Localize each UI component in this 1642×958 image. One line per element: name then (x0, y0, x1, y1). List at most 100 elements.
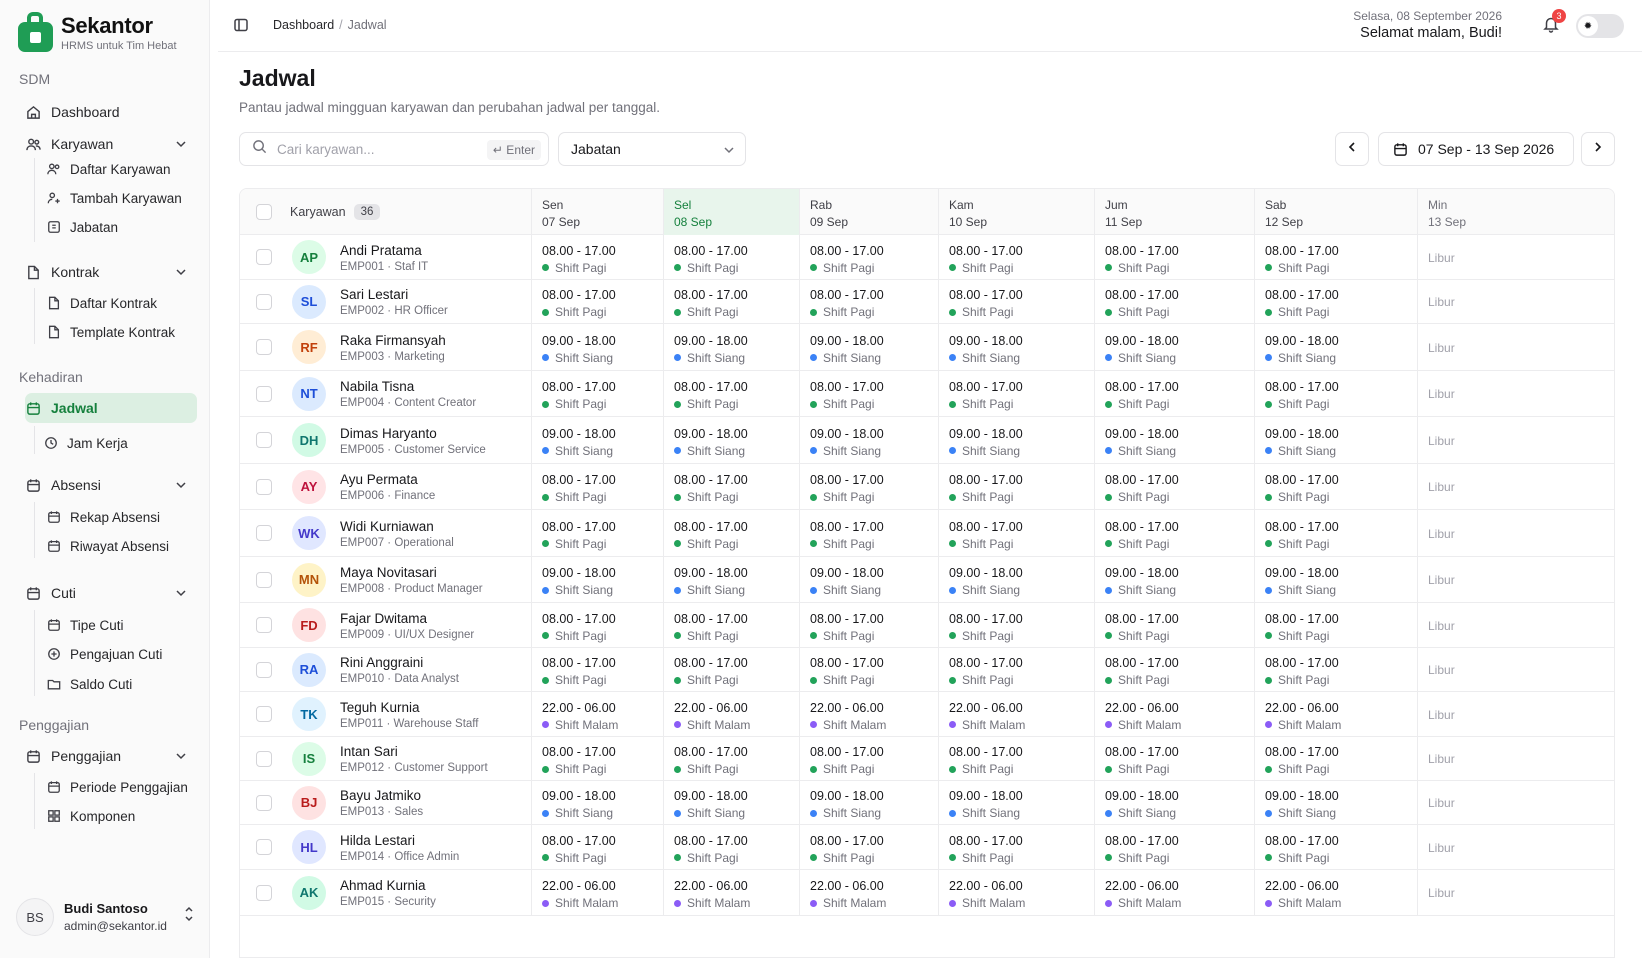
row-checkbox[interactable] (256, 617, 272, 633)
employee-name[interactable]: Nabila Tisna (340, 379, 414, 394)
schedule-cell[interactable]: 08.00 - 17.00 Shift Pagi (1094, 464, 1254, 509)
employee-name[interactable]: Bayu Jatmiko (340, 788, 421, 803)
schedule-cell[interactable]: 08.00 - 17.00 Shift Pagi (1094, 603, 1254, 647)
row-checkbox[interactable] (256, 794, 272, 811)
search-input[interactable]: Cari karyawan... ↵ Enter (239, 132, 549, 166)
schedule-cell[interactable]: 09.00 - 18.00 Shift Siang (1254, 557, 1417, 602)
schedule-cell[interactable]: Libur (1417, 510, 1614, 556)
schedule-cell[interactable]: 09.00 - 18.00 Shift Siang (799, 557, 938, 602)
sidebar-item-jadwal[interactable]: Jadwal (25, 393, 197, 423)
schedule-cell[interactable]: 09.00 - 18.00 Shift Siang (1094, 557, 1254, 602)
date-range-picker[interactable]: 07 Sep - 13 Sep 2026 (1378, 132, 1574, 166)
schedule-cell[interactable]: 08.00 - 17.00 Shift Pagi (1094, 510, 1254, 556)
employee-name[interactable]: Maya Novitasari (340, 565, 437, 580)
schedule-cell[interactable]: 09.00 - 18.00 Shift Siang (531, 324, 663, 370)
schedule-cell[interactable]: 22.00 - 06.00 Shift Malam (1094, 870, 1254, 915)
employee-name[interactable]: Raka Firmansyah (340, 333, 446, 348)
schedule-cell[interactable]: 08.00 - 17.00 Shift Pagi (1094, 371, 1254, 416)
sidebar-item-daftar-karyawan[interactable]: Daftar Karyawan (47, 156, 171, 182)
schedule-cell[interactable]: 08.00 - 17.00 Shift Pagi (531, 464, 663, 509)
schedule-cell[interactable]: 08.00 - 17.00 Shift Pagi (531, 235, 663, 279)
schedule-cell[interactable]: 09.00 - 18.00 Shift Siang (663, 557, 799, 602)
schedule-cell[interactable]: 08.00 - 17.00 Shift Pagi (663, 464, 799, 509)
sidebar-item-komponen[interactable]: Komponen (47, 803, 135, 829)
schedule-cell[interactable]: 08.00 - 17.00 Shift Pagi (938, 280, 1094, 323)
schedule-cell[interactable]: 09.00 - 18.00 Shift Siang (1094, 417, 1254, 463)
schedule-cell[interactable]: 09.00 - 18.00 Shift Siang (938, 417, 1094, 463)
row-checkbox[interactable] (256, 432, 272, 448)
row-checkbox[interactable] (256, 525, 272, 541)
schedule-cell[interactable]: 08.00 - 17.00 Shift Pagi (663, 825, 799, 869)
schedule-cell[interactable]: Libur (1417, 235, 1614, 279)
row-checkbox[interactable] (256, 750, 272, 767)
schedule-cell[interactable]: 08.00 - 17.00 Shift Pagi (799, 510, 938, 556)
sidebar-item-kontrak[interactable]: Kontrak (25, 257, 197, 287)
sidebar-item-daftar-kontrak[interactable]: Daftar Kontrak (47, 290, 157, 316)
row-checkbox[interactable] (256, 839, 272, 855)
schedule-cell[interactable]: 08.00 - 17.00 Shift Pagi (531, 648, 663, 691)
sidebar-item-riwayat-absensi[interactable]: Riwayat Absensi (47, 533, 169, 559)
schedule-cell[interactable]: 09.00 - 18.00 Shift Siang (938, 324, 1094, 370)
breadcrumb-dashboard[interactable]: Dashboard (273, 18, 334, 32)
employee-name[interactable]: Ayu Permata (340, 472, 418, 487)
next-week-button[interactable] (1581, 132, 1615, 166)
sidebar-item-jabatan[interactable]: Jabatan (47, 214, 118, 240)
schedule-cell[interactable]: 08.00 - 17.00 Shift Pagi (938, 464, 1094, 509)
sidebar-item-penggajian[interactable]: Penggajian (25, 741, 197, 771)
sidebar-item-tambah-karyawan[interactable]: Tambah Karyawan (47, 185, 182, 211)
schedule-cell[interactable]: Libur (1417, 557, 1614, 602)
select-all-checkbox[interactable] (256, 204, 272, 220)
schedule-cell[interactable]: 22.00 - 06.00 Shift Malam (1254, 692, 1417, 736)
schedule-cell[interactable]: 08.00 - 17.00 Shift Pagi (1254, 235, 1417, 279)
sidebar-toggle-icon[interactable] (233, 17, 249, 38)
schedule-cell[interactable]: 08.00 - 17.00 Shift Pagi (1254, 648, 1417, 691)
schedule-cell[interactable]: 09.00 - 18.00 Shift Siang (1254, 324, 1417, 370)
row-checkbox[interactable] (256, 249, 272, 265)
row-checkbox[interactable] (256, 706, 272, 722)
schedule-cell[interactable]: 08.00 - 17.00 Shift Pagi (1094, 825, 1254, 869)
schedule-cell[interactable]: 08.00 - 17.00 Shift Pagi (1254, 464, 1417, 509)
schedule-cell[interactable]: 08.00 - 17.00 Shift Pagi (663, 603, 799, 647)
employee-name[interactable]: Rini Anggraini (340, 655, 423, 670)
schedule-cell[interactable]: Libur (1417, 737, 1614, 780)
schedule-cell[interactable]: 08.00 - 17.00 Shift Pagi (799, 371, 938, 416)
employee-name[interactable]: Dimas Haryanto (340, 426, 437, 441)
employee-name[interactable]: Intan Sari (340, 744, 398, 759)
theme-toggle[interactable]: ✹ (1576, 14, 1624, 38)
schedule-cell[interactable]: 08.00 - 17.00 Shift Pagi (1254, 825, 1417, 869)
schedule-cell[interactable]: Libur (1417, 417, 1614, 463)
schedule-cell[interactable]: 22.00 - 06.00 Shift Malam (799, 870, 938, 915)
schedule-cell[interactable]: 08.00 - 17.00 Shift Pagi (799, 235, 938, 279)
schedule-cell[interactable]: 08.00 - 17.00 Shift Pagi (799, 737, 938, 780)
schedule-cell[interactable]: 08.00 - 17.00 Shift Pagi (1254, 280, 1417, 323)
schedule-cell[interactable]: 22.00 - 06.00 Shift Malam (1094, 692, 1254, 736)
schedule-cell[interactable]: 08.00 - 17.00 Shift Pagi (799, 825, 938, 869)
schedule-cell[interactable]: 08.00 - 17.00 Shift Pagi (938, 371, 1094, 416)
schedule-cell[interactable]: 22.00 - 06.00 Shift Malam (531, 692, 663, 736)
sidebar-item-jam-kerja[interactable]: Jam Kerja (44, 430, 128, 456)
sidebar-item-tipe-cuti[interactable]: Tipe Cuti (47, 612, 124, 638)
row-checkbox[interactable] (256, 293, 272, 310)
schedule-cell[interactable]: 09.00 - 18.00 Shift Siang (799, 781, 938, 824)
schedule-cell[interactable]: 08.00 - 17.00 Shift Pagi (938, 825, 1094, 869)
schedule-cell[interactable]: 08.00 - 17.00 Shift Pagi (531, 280, 663, 323)
schedule-cell[interactable]: 08.00 - 17.00 Shift Pagi (663, 648, 799, 691)
schedule-cell[interactable]: 22.00 - 06.00 Shift Malam (1254, 870, 1417, 915)
schedule-cell[interactable]: 09.00 - 18.00 Shift Siang (531, 781, 663, 824)
schedule-cell[interactable]: Libur (1417, 324, 1614, 370)
row-checkbox[interactable] (256, 385, 272, 402)
schedule-cell[interactable]: 09.00 - 18.00 Shift Siang (938, 557, 1094, 602)
sidebar-item-periode-penggajian[interactable]: Periode Penggajian (47, 774, 188, 800)
schedule-cell[interactable]: 08.00 - 17.00 Shift Pagi (799, 648, 938, 691)
sidebar-item-pengajuan-cuti[interactable]: Pengajuan Cuti (47, 641, 162, 667)
row-checkbox[interactable] (256, 478, 272, 495)
schedule-cell[interactable]: 08.00 - 17.00 Shift Pagi (1254, 603, 1417, 647)
previous-week-button[interactable] (1335, 132, 1369, 166)
employee-name[interactable]: Hilda Lestari (340, 833, 415, 848)
employee-name[interactable]: Ahmad Kurnia (340, 878, 426, 893)
schedule-cell[interactable]: 22.00 - 06.00 Shift Malam (938, 870, 1094, 915)
schedule-cell[interactable]: Libur (1417, 280, 1614, 323)
schedule-cell[interactable]: 08.00 - 17.00 Shift Pagi (531, 510, 663, 556)
schedule-cell[interactable]: 08.00 - 17.00 Shift Pagi (938, 510, 1094, 556)
schedule-cell[interactable]: 09.00 - 18.00 Shift Siang (1254, 417, 1417, 463)
